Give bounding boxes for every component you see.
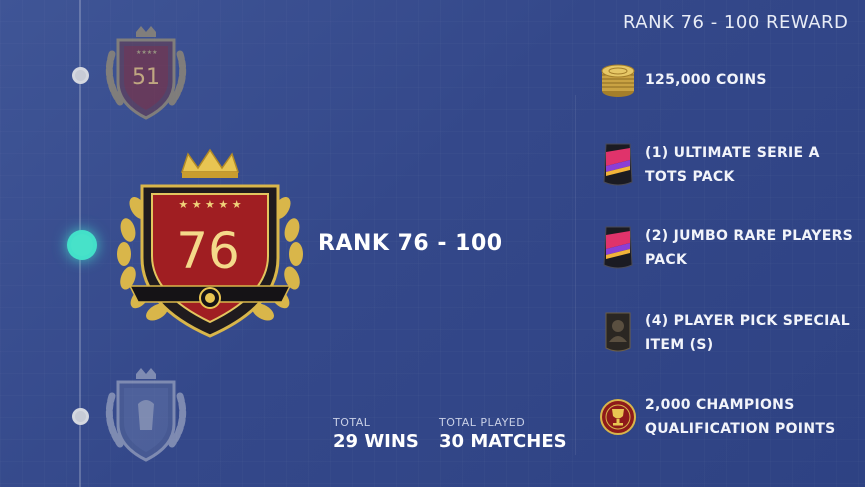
total-wins-stat: TOTAL 29 WINS bbox=[333, 416, 419, 452]
reward-item-jumbo-pack[interactable]: (2) JUMBO RARE PLAYERS PACK bbox=[600, 224, 860, 272]
reward-item-champions-points[interactable]: 2,000 CHAMPIONS QUALIFICATION POINTS bbox=[600, 393, 860, 441]
total-played-stat: TOTAL PLAYED 30 MATCHES bbox=[439, 416, 567, 452]
reward-item-player-pick[interactable]: (4) PLAYER PICK SPECIAL ITEM (S) bbox=[600, 309, 860, 357]
svg-text:★★★★: ★★★★ bbox=[136, 49, 158, 56]
rank-badge-previous[interactable]: ★★★★ 51 bbox=[98, 24, 194, 124]
reward-label-champions-points: 2,000 CHAMPIONS QUALIFICATION POINTS bbox=[645, 397, 836, 437]
prev-rank-number: 51 bbox=[132, 65, 160, 90]
timeline-node-previous[interactable] bbox=[72, 67, 89, 84]
total-wins-label: TOTAL bbox=[333, 416, 371, 429]
rewards-divider bbox=[575, 95, 576, 455]
reward-item-coins[interactable]: 125,000 COINS bbox=[600, 57, 860, 103]
pack-icon bbox=[603, 143, 633, 186]
rank-title: RANK 76 - 100 bbox=[318, 231, 503, 256]
rank-badge-current[interactable]: ★ ★ ★ ★ ★ 76 bbox=[112, 146, 308, 342]
pack-icon bbox=[603, 226, 633, 269]
reward-label-jumbo-pack: (2) JUMBO RARE PLAYERS PACK bbox=[645, 228, 854, 268]
timeline-node-next[interactable] bbox=[72, 408, 89, 425]
champions-points-icon bbox=[600, 399, 636, 435]
reward-label-tots-pack: (1) ULTIMATE SERIE A TOTS PACK bbox=[645, 145, 820, 185]
svg-text:★ ★ ★ ★ ★: ★ ★ ★ ★ ★ bbox=[178, 198, 241, 211]
current-rank-number: 76 bbox=[176, 222, 240, 280]
timeline-node-current[interactable] bbox=[67, 230, 97, 260]
reward-label-player-pick: (4) PLAYER PICK SPECIAL ITEM (S) bbox=[645, 313, 850, 353]
total-played-value: 30 MATCHES bbox=[439, 431, 567, 452]
player-card-icon bbox=[605, 312, 631, 352]
reward-item-tots-pack[interactable]: (1) ULTIMATE SERIE A TOTS PACK bbox=[600, 141, 860, 189]
rewards-header: RANK 76 - 100 REWARD bbox=[623, 12, 849, 33]
rank-badge-next[interactable] bbox=[98, 366, 194, 466]
total-played-label: TOTAL PLAYED bbox=[439, 416, 526, 429]
reward-label-coins: 125,000 COINS bbox=[645, 72, 767, 88]
total-wins-value: 29 WINS bbox=[333, 431, 419, 452]
coins-icon bbox=[601, 64, 635, 97]
